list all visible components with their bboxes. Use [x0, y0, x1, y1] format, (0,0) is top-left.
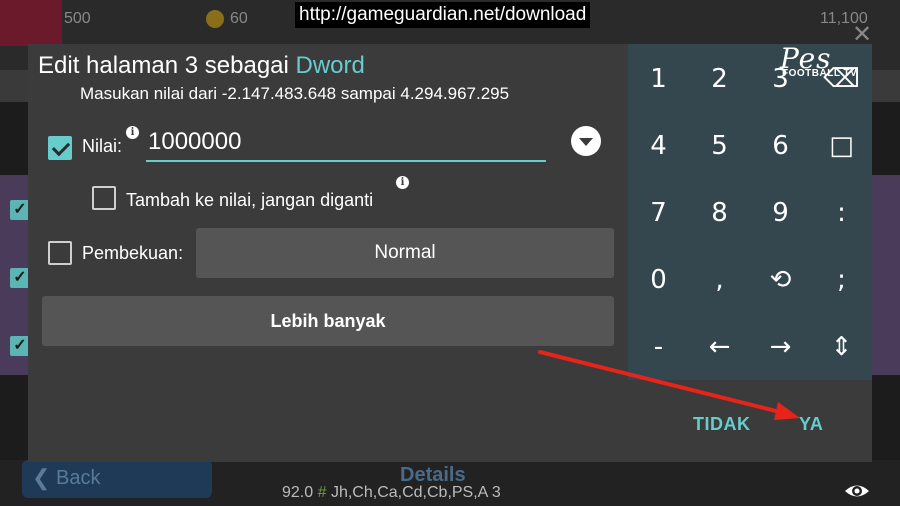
screen: 500 60 11,100 ✕ ✓ ✓ ✓ ❮ Back Details 92.0… — [0, 0, 900, 506]
background-coins: 500 — [64, 10, 91, 27]
value-info-icon[interactable]: i — [126, 126, 139, 139]
key-4[interactable]: 4 — [628, 113, 689, 180]
background-avatar — [0, 0, 62, 46]
footer-code: 92.0 # Jh,Ch,Ca,Cd,Cb,PS,A 3 — [282, 484, 501, 501]
yes-button[interactable]: YA — [799, 414, 823, 435]
background-checkbox-icon[interactable]: ✓ — [10, 336, 30, 356]
range-hint: Masukan nilai dari -2.147.483.648 sampai… — [80, 84, 510, 103]
key-7[interactable]: 7 — [628, 180, 689, 247]
add-info-icon[interactable]: i — [396, 176, 409, 189]
chevron-left-icon: ❮ — [32, 465, 51, 490]
background-checkbox-icon[interactable]: ✓ — [10, 268, 30, 288]
key-minus[interactable]: - — [628, 314, 689, 381]
key-5[interactable]: 5 — [689, 113, 750, 180]
arrow-left-icon[interactable]: ← — [689, 314, 750, 381]
background-gold: 60 — [206, 10, 248, 28]
eye-icon[interactable] — [844, 480, 870, 502]
key-semicolon[interactable]: ; — [811, 247, 872, 314]
back-button[interactable]: ❮ Back — [22, 460, 212, 498]
numeric-keypad: 1 2 3 ⌫ 4 5 6 □ 7 8 9 : 0 , ⟲ ; - ← → ⇕ — [628, 44, 872, 380]
history-icon[interactable]: ⟲ — [750, 247, 811, 314]
expand-icon[interactable]: ⇕ — [811, 314, 872, 381]
freeze-mode-select[interactable]: Normal — [196, 228, 614, 278]
key-6[interactable]: 6 — [750, 113, 811, 180]
no-button[interactable]: TIDAK — [693, 414, 751, 435]
select-all-icon[interactable]: □ — [811, 113, 872, 180]
value-checkbox[interactable] — [48, 136, 72, 160]
value-input[interactable]: 1000000 — [146, 126, 546, 162]
key-colon[interactable]: : — [811, 180, 872, 247]
key-2[interactable]: 2 — [689, 46, 750, 113]
add-to-value-label: Tambah ke nilai, jangan diganti — [126, 190, 374, 210]
key-0[interactable]: 0 — [628, 247, 689, 314]
gold-coin-icon — [206, 10, 224, 28]
freeze-label: Pembekuan: — [82, 243, 184, 263]
freeze-checkbox[interactable] — [48, 241, 72, 265]
logo-sub: FOOTBALL TV — [782, 68, 858, 79]
key-8[interactable]: 8 — [689, 180, 750, 247]
arrow-right-icon[interactable]: → — [750, 314, 811, 381]
key-1[interactable]: 1 — [628, 46, 689, 113]
dialog-title: Edit halaman 3 sebagai Dword — [38, 52, 365, 79]
dropdown-icon[interactable] — [571, 126, 601, 156]
value-label: Nilai: — [82, 136, 123, 156]
background-checkbox-icon[interactable]: ✓ — [10, 200, 30, 220]
more-button[interactable]: Lebih banyak — [42, 296, 614, 346]
edit-value-dialog: Edit halaman 3 sebagai Dword Masukan nil… — [28, 44, 872, 462]
url-watermark: http://gameguardian.net/download — [295, 2, 591, 28]
key-comma[interactable]: , — [689, 247, 750, 314]
key-9[interactable]: 9 — [750, 180, 811, 247]
add-to-value-checkbox[interactable] — [92, 186, 116, 210]
